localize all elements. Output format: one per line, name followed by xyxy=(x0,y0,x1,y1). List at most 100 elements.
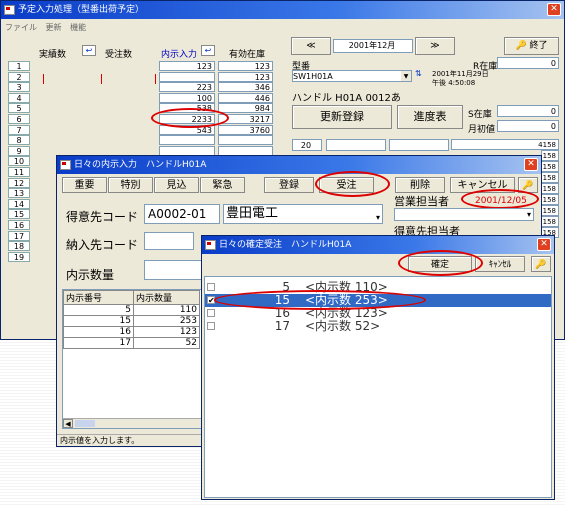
menu-file[interactable]: ファイル xyxy=(5,23,37,32)
quantity-field[interactable] xyxy=(144,260,204,280)
r-stock-field: 0 xyxy=(497,57,559,69)
row-number[interactable]: 13 xyxy=(8,188,30,199)
effective-stock-cell: 446 xyxy=(218,92,273,103)
kakutei-close-button[interactable]: ✕ xyxy=(537,238,551,251)
kakutei-app-icon xyxy=(205,240,216,250)
row-number[interactable]: 19 xyxy=(8,251,30,262)
delivery-code-label: 納入先コード xyxy=(66,238,139,252)
end-button[interactable]: 🔑 終了 xyxy=(504,37,559,55)
highlight-ellipse-253 xyxy=(214,290,426,310)
sort-icon[interactable]: ⇅ xyxy=(415,69,422,78)
menu-bar: ファイル 更新 機能 xyxy=(5,22,86,33)
right-value-cell: 158 xyxy=(541,150,559,161)
update-register-button[interactable]: 更新登録 xyxy=(292,105,392,129)
list-qty: 52 xyxy=(133,337,200,349)
row-number[interactable]: 17 xyxy=(8,230,30,241)
row-number[interactable]: 2 xyxy=(8,71,30,82)
row-number[interactable]: 11 xyxy=(8,167,30,177)
naiji-close-button[interactable]: ✕ xyxy=(524,158,538,171)
customer-name-select[interactable]: 豊田電工 ▾ xyxy=(223,204,383,224)
row-number[interactable]: 8 xyxy=(8,135,30,146)
main-close-button[interactable]: ✕ xyxy=(547,3,561,16)
naiji-input-cell[interactable] xyxy=(159,71,215,82)
list-qty: 110 xyxy=(133,304,200,316)
special-button[interactable]: 特別 xyxy=(108,177,153,193)
effective-stock-cell: 3760 xyxy=(218,124,273,135)
menu-update[interactable]: 更新 xyxy=(46,23,62,32)
row-number[interactable]: 1 xyxy=(8,61,30,71)
list-row[interactable]: 17 52 xyxy=(63,337,200,349)
model-value: SW1H01A xyxy=(293,72,333,81)
highlight-ellipse-confirm xyxy=(398,250,483,276)
sales-rep-label: 営業担当者 xyxy=(394,195,449,208)
naiji-list-table: 内示番号 内示数量 5 110 15 253 16 123 17 52 xyxy=(63,290,200,349)
month-display: 2001年12月 xyxy=(333,39,413,53)
next-month-button[interactable]: ≫ xyxy=(415,37,455,55)
confirm-list-item[interactable]: 17 <内示数 52> xyxy=(205,320,551,333)
row-number[interactable]: 6 xyxy=(8,114,30,124)
list-row[interactable]: 16 123 xyxy=(63,326,200,338)
right-value-cell: 158 xyxy=(541,161,559,172)
scroll-left-icon[interactable]: ◀ xyxy=(63,419,73,428)
row-number[interactable]: 10 xyxy=(8,156,30,167)
item-checkbox[interactable] xyxy=(207,309,215,317)
dropdown-arrow-icon: ▾ xyxy=(526,210,531,219)
list-row[interactable]: 15 253 xyxy=(63,315,200,327)
col-header-naiji-input: 内示入力 xyxy=(161,50,198,60)
row-number[interactable]: 5 xyxy=(8,103,30,114)
list-scrollbar[interactable]: ◀ xyxy=(63,418,203,428)
progress-table-button[interactable]: 進度表 xyxy=(397,105,463,129)
main-title: 予定入力処理（型番出荷予定） xyxy=(18,5,145,15)
menu-function[interactable]: 機能 xyxy=(70,23,86,32)
list-row[interactable]: 5 110 xyxy=(63,304,200,316)
row-number[interactable]: 15 xyxy=(8,209,30,220)
register-button[interactable]: 登録 xyxy=(264,177,314,193)
undo-icon-2[interactable]: ↩ xyxy=(201,45,215,56)
highlight-ellipse-order xyxy=(315,171,390,197)
item-checkbox[interactable] xyxy=(207,283,215,291)
scroll-thumb[interactable] xyxy=(75,420,95,427)
undo-icon[interactable]: ↩ xyxy=(82,45,96,56)
row-number[interactable]: 7 xyxy=(8,124,30,135)
naiji-input-cell[interactable]: 100 xyxy=(159,92,215,103)
blank-field-2 xyxy=(389,139,449,151)
row-number[interactable]: 14 xyxy=(8,198,30,209)
list-header-qty: 内示数量 xyxy=(133,290,200,305)
forecast-button[interactable]: 見込 xyxy=(154,177,199,193)
product-name: ハンドル H01A 0012あ xyxy=(292,93,401,104)
dropdown-arrow-icon: ▾ xyxy=(375,213,380,222)
important-button[interactable]: 重要 xyxy=(62,177,107,193)
naiji-input-cell[interactable]: 223 xyxy=(159,82,215,93)
row-number[interactable]: 3 xyxy=(8,82,30,93)
item-checkbox[interactable] xyxy=(207,322,215,330)
key-icon: 🔑 xyxy=(515,41,527,51)
row-number[interactable]: 12 xyxy=(8,177,30,188)
col-header-effective-stock: 有効在庫 xyxy=(229,50,266,60)
customer-code-label: 得意先コード xyxy=(66,210,139,224)
delivery-code-field[interactable] xyxy=(144,232,194,250)
app-icon xyxy=(4,5,15,15)
model-select[interactable]: SW1H01A ▼ xyxy=(292,70,412,82)
row-number[interactable]: 9 xyxy=(8,145,30,156)
urgent-button[interactable]: 緊急 xyxy=(200,177,245,193)
right-value-cell: 158 xyxy=(541,216,559,227)
delete-button[interactable]: 削除 xyxy=(395,177,445,193)
highlight-ellipse-538 xyxy=(151,108,229,128)
time-info: 午後 4:50:08 xyxy=(432,79,476,87)
customer-code-field[interactable]: A0002-01 xyxy=(144,204,220,224)
row-number[interactable]: 4 xyxy=(8,92,30,103)
small-number-field: 20 xyxy=(292,139,322,151)
help-key-button[interactable]: 🔑 xyxy=(531,256,551,272)
kakutei-list: 5 <内示数 110> ✔ 15 <内示数 253> 16 <内示数 123> 17 <内示数 … xyxy=(204,276,552,498)
naiji-input-cell[interactable]: 123 xyxy=(159,61,215,71)
row-number[interactable]: 16 xyxy=(8,220,30,230)
item-number: 17 xyxy=(274,319,290,333)
row2-marker-2 xyxy=(101,74,102,84)
row-number[interactable]: 18 xyxy=(8,241,30,252)
list-no: 5 xyxy=(63,304,134,316)
list-no: 15 xyxy=(63,315,134,327)
prev-month-button[interactable]: ≪ xyxy=(291,37,331,55)
sales-rep-select[interactable]: ▾ xyxy=(394,208,534,221)
right-value-cell: 158 xyxy=(541,194,559,205)
naiji-input-cell[interactable] xyxy=(159,135,215,146)
